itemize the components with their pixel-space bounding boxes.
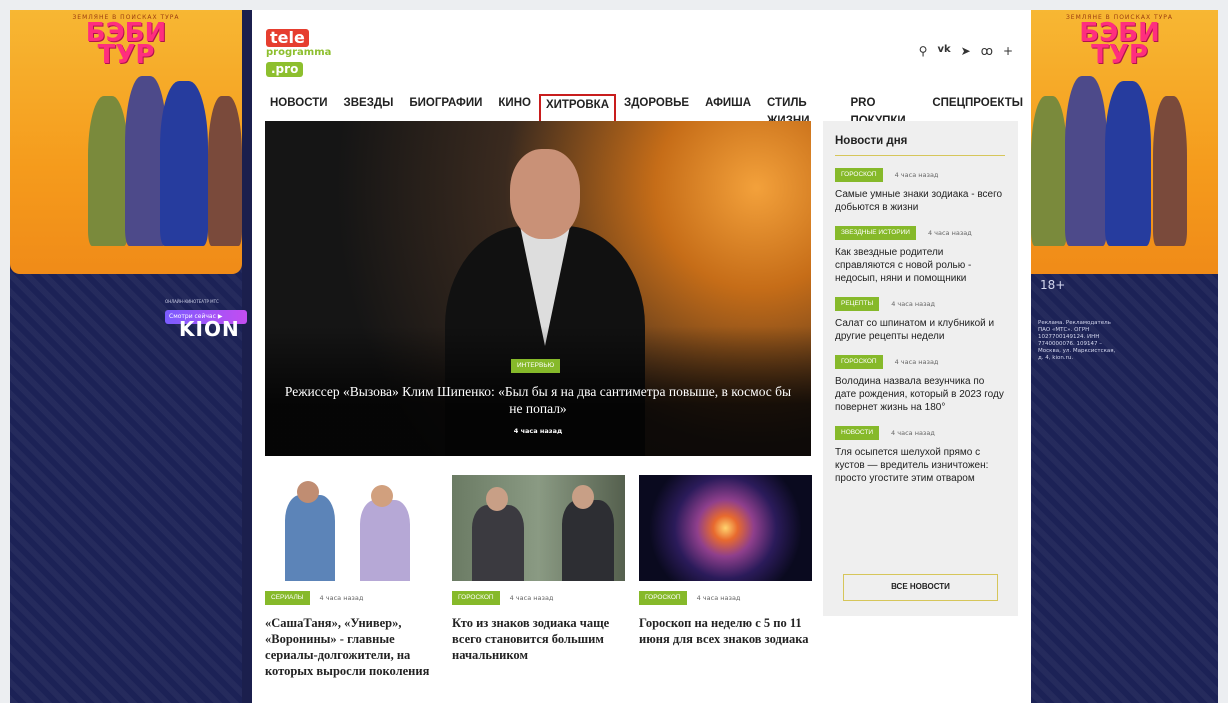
logo-tele: tele <box>266 29 309 47</box>
left-ad-poster[interactable]: ЗЕМЛЯНЕ В ПОИСКАХ ТУРА БЭБИ ТУР <box>10 10 242 274</box>
news-item[interactable]: РЕЦЕПТЫ 4 часа назад Салат со шпинатом и … <box>835 297 1006 343</box>
page: ЗЕМЛЯНЕ В ПОИСКАХ ТУРА БЭБИ ТУР KION ОНЛ… <box>0 0 1228 703</box>
news-item[interactable]: НОВОСТИ 4 часа назад Тля осыпется шелухой… <box>835 426 1006 485</box>
article-card-time: 4 часа назад <box>509 594 554 602</box>
hero-title[interactable]: Режиссер «Вызова» Клим Шипенко: «Был бы … <box>279 383 797 417</box>
logo-programma: programma <box>266 47 332 58</box>
vk-icon[interactable]: vk <box>937 44 950 58</box>
age-rating-badge: 18+ <box>1040 278 1066 292</box>
article-card-image[interactable] <box>639 475 812 581</box>
right-ad-poster[interactable]: ЗЕМЛЯНЕ В ПОИСКАХ ТУРА БЭБИ ТУР <box>1021 10 1218 274</box>
right-ad-title-line2: ТУР <box>1091 40 1148 70</box>
kion-logo-block[interactable]: KION ОНЛАЙН-КИНОТЕАТР МТС Смотри сейчас … <box>165 299 247 341</box>
plus-icon[interactable]: + <box>1003 44 1013 58</box>
article-card[interactable]: СЕРИАЛЫ 4 часа назад «СашаТаня», «Универ… <box>265 475 438 679</box>
all-news-button[interactable]: ВСЕ НОВОСТИ <box>843 574 998 601</box>
hero-time: 4 часа назад <box>513 427 563 435</box>
article-card-time: 4 часа назад <box>319 594 364 602</box>
news-of-day-panel: Новости дня ГОРОСКОП 4 часа назад Самые у… <box>823 121 1018 616</box>
left-ad-title-line2: ТУР <box>97 40 155 70</box>
news-item-tag[interactable]: ГОРОСКОП <box>835 355 883 369</box>
news-of-day-heading: Новости дня <box>835 135 1005 156</box>
news-item[interactable]: ГОРОСКОП 4 часа назад Володина назвала ве… <box>835 355 1006 414</box>
header-icons: ⚲ vk ➤ ꝏ + <box>919 44 1013 58</box>
article-cards: СЕРИАЛЫ 4 часа назад «СашаТаня», «Универ… <box>265 475 812 679</box>
ad-figure <box>1105 81 1151 246</box>
search-icon[interactable]: ⚲ <box>919 44 928 58</box>
ad-figure <box>88 96 128 246</box>
article-card-time: 4 часа назад <box>696 594 741 602</box>
site-logo[interactable]: tele programma .pro <box>266 28 331 77</box>
news-item-time: 4 часа назад <box>927 229 972 237</box>
telegram-icon[interactable]: ➤ <box>961 44 971 58</box>
article-card[interactable]: ГОРОСКОП 4 часа назад Гороскоп на неделю… <box>639 475 812 679</box>
news-item-title[interactable]: Володина назвала везунчика по дате рожде… <box>835 375 1006 414</box>
ad-figure <box>1153 96 1187 246</box>
article-card-title[interactable]: «СашаТаня», «Универ», «Воронины» - главн… <box>265 615 438 679</box>
news-item-title[interactable]: Самые умные знаки зодиака - всего добьют… <box>835 188 1006 214</box>
article-card-tag[interactable]: ГОРОСКОП <box>639 591 687 605</box>
article-card-image[interactable] <box>265 475 438 581</box>
left-ad-banner[interactable]: ЗЕМЛЯНЕ В ПОИСКАХ ТУРА БЭБИ ТУР KION ОНЛ… <box>10 10 247 703</box>
article-card-tag[interactable]: СЕРИАЛЫ <box>265 591 310 605</box>
ad-figure <box>1031 96 1067 246</box>
hero-category-tag[interactable]: ИНТЕРВЬЮ <box>511 359 561 373</box>
ad-figure <box>1065 76 1107 246</box>
news-item-time: 4 часа назад <box>891 300 936 308</box>
news-item-time: 4 часа назад <box>891 429 935 437</box>
article-card-meta: ГОРОСКОП 4 часа назад <box>452 591 625 605</box>
odnoklassniki-icon[interactable]: ꝏ <box>981 44 993 58</box>
right-ad-title: БЭБИ ТУР <box>1021 20 1218 70</box>
news-item-tag[interactable]: ЗВЕЗДНЫЕ ИСТОРИИ <box>835 226 916 240</box>
news-item-tag[interactable]: РЕЦЕПТЫ <box>835 297 880 311</box>
hero-article[interactable]: ИНТЕРВЬЮ Режиссер «Вызова» Клим Шипенко:… <box>265 121 811 456</box>
article-card-meta: ГОРОСКОП 4 часа назад <box>639 591 812 605</box>
news-item-time: 4 часа назад <box>894 358 939 366</box>
news-item-title[interactable]: Как звездные родители справляются с ново… <box>835 246 1006 285</box>
news-item-time: 4 часа назад <box>894 171 939 179</box>
kion-subtitle: ОНЛАЙН-КИНОТЕАТР МТС <box>165 299 219 304</box>
news-item-tag[interactable]: ГОРОСКОП <box>835 168 883 182</box>
logo-pro: .pro <box>266 62 304 77</box>
article-card-meta: СЕРИАЛЫ 4 часа назад <box>265 591 438 605</box>
hero-photo-head <box>510 149 580 239</box>
news-item-tag[interactable]: НОВОСТИ <box>835 426 880 440</box>
news-item[interactable]: ГОРОСКОП 4 часа назад Самые умные знаки з… <box>835 168 1006 214</box>
article-card-title[interactable]: Гороскоп на неделю с 5 по 11 июня для вс… <box>639 615 812 647</box>
article-card[interactable]: ГОРОСКОП 4 часа назад Кто из знаков зоди… <box>452 475 625 679</box>
news-item[interactable]: ЗВЕЗДНЫЕ ИСТОРИИ 4 часа назад Как звездны… <box>835 226 1006 285</box>
news-item-title[interactable]: Салат со шпинатом и клубникой и другие р… <box>835 317 1006 343</box>
news-item-title[interactable]: Тля осыпется шелухой прямо с кустов — вр… <box>835 446 1006 485</box>
article-card-tag[interactable]: ГОРОСКОП <box>452 591 500 605</box>
kion-logo: KION <box>179 317 240 341</box>
ad-figure <box>208 96 242 246</box>
main-content: tele programma .pro ⚲ vk ➤ ꝏ + НОВОСТИ З… <box>252 10 1031 703</box>
left-ad-title: БЭБИ ТУР <box>10 20 242 70</box>
ad-figure <box>160 81 208 246</box>
page-frame: ЗЕМЛЯНЕ В ПОИСКАХ ТУРА БЭБИ ТУР KION ОНЛ… <box>10 10 1218 703</box>
article-card-title[interactable]: Кто из знаков зодиака чаще всего станови… <box>452 615 625 663</box>
article-card-image[interactable] <box>452 475 625 581</box>
ad-legal-text: Реклама. Рекламодатель ПАО «МТС». ОГРН 1… <box>1038 320 1116 361</box>
